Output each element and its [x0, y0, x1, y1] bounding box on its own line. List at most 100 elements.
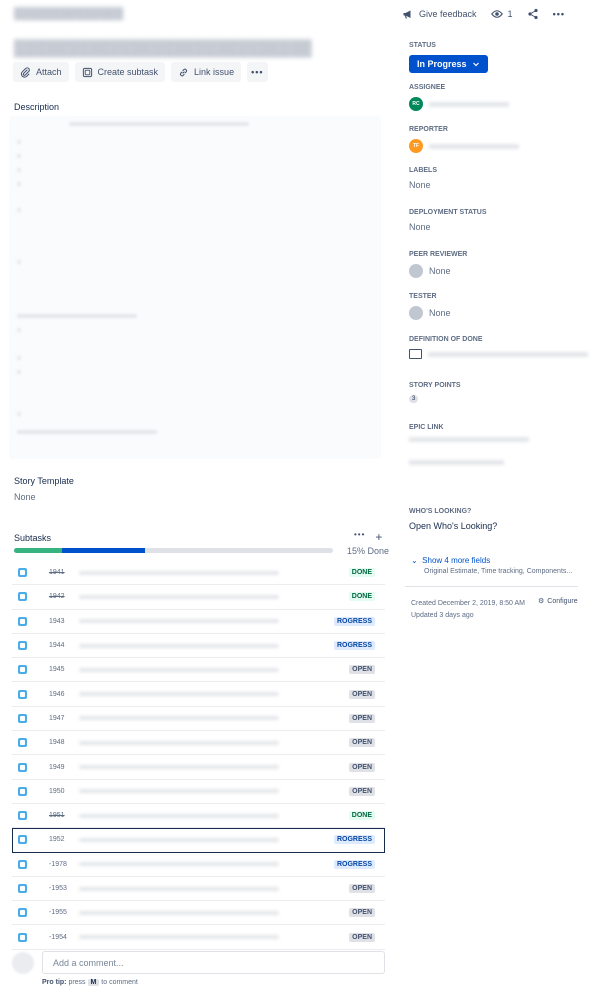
assignee-value[interactable]: RC: [409, 97, 509, 111]
progress-inprogress-segment: [61, 548, 145, 553]
subtask-summary-redacted[interactable]: [79, 813, 279, 818]
subtask-key[interactable]: 1946: [49, 691, 69, 698]
subtask-status-lozenge[interactable]: DONE: [348, 568, 375, 578]
description-body[interactable]: [9, 116, 381, 459]
subtask-status-lozenge[interactable]: OPEN: [349, 762, 375, 772]
subtask-status-lozenge[interactable]: ROGRESS: [333, 835, 375, 845]
subtask-summary-redacted[interactable]: [79, 643, 279, 648]
configure-button[interactable]: ⚙ Configure: [538, 597, 578, 606]
subtask-status-lozenge[interactable]: OPEN: [349, 884, 375, 893]
subtask-key[interactable]: 1945: [49, 666, 69, 673]
story-template-value[interactable]: None: [14, 492, 36, 502]
subtask-row[interactable]: 1941 DONE: [12, 561, 385, 586]
subtask-key[interactable]: 1949: [49, 764, 69, 771]
subtask-row[interactable]: 1944 ROGRESS: [12, 634, 385, 659]
subtask-summary-redacted[interactable]: [79, 667, 279, 672]
subtask-row[interactable]: 1952 ROGRESS: [12, 828, 385, 853]
subtask-status-lozenge[interactable]: OPEN: [349, 786, 375, 796]
subtask-row[interactable]: -1955 OPEN: [12, 901, 385, 926]
epic-link-field: EPIC LINK: [409, 424, 529, 465]
subtask-summary-redacted[interactable]: [79, 740, 279, 745]
subtask-key[interactable]: 1943: [49, 618, 69, 625]
subtask-status-lozenge[interactable]: DONE: [348, 592, 375, 602]
subtask-key[interactable]: -1953: [49, 885, 69, 892]
definition-of-done-value[interactable]: [409, 349, 588, 359]
epic-link-value[interactable]: [409, 437, 529, 442]
breadcrumb[interactable]: ██████████████: [14, 8, 123, 20]
subtask-summary-redacted[interactable]: [79, 692, 279, 697]
subtask-status-lozenge[interactable]: ROGRESS: [333, 859, 375, 869]
subtask-status-lozenge[interactable]: ROGRESS: [333, 641, 375, 651]
deployment-status-value[interactable]: None: [409, 222, 487, 232]
share-button[interactable]: [527, 8, 539, 20]
subtask-row[interactable]: 1943 ROGRESS: [12, 610, 385, 634]
story-points-label: STORY POINTS: [409, 382, 461, 389]
subtask-row[interactable]: 1946 OPEN: [12, 682, 385, 707]
subtask-key[interactable]: -1955: [49, 909, 69, 916]
subtask-summary-redacted[interactable]: [79, 765, 279, 770]
subtask-row[interactable]: 1950 OPEN: [12, 780, 385, 804]
subtask-key[interactable]: 1951: [49, 812, 69, 819]
create-subtask-button[interactable]: Create subtask: [74, 62, 166, 82]
subtask-row[interactable]: -1954 OPEN: [12, 925, 385, 950]
subtask-summary-redacted[interactable]: [79, 910, 279, 915]
subtask-key[interactable]: 1941: [49, 569, 69, 576]
subtask-status-lozenge[interactable]: DONE: [348, 811, 375, 821]
subtask-row[interactable]: 1949 OPEN: [12, 755, 385, 780]
subtask-summary-redacted[interactable]: [79, 837, 279, 842]
subtask-key[interactable]: 1942: [49, 593, 69, 600]
subtask-row[interactable]: 1942 DONE: [12, 585, 385, 610]
subtask-summary-redacted[interactable]: [79, 886, 279, 891]
labels-value[interactable]: None: [409, 180, 437, 190]
subtask-status-lozenge[interactable]: OPEN: [349, 738, 375, 748]
subtask-key[interactable]: 1952: [49, 836, 69, 843]
show-more-fields-button[interactable]: ⌄ Show 4 more fields: [411, 556, 490, 565]
link-icon: [180, 68, 188, 76]
subtask-key[interactable]: 1944: [49, 642, 69, 649]
add-subtask-icon[interactable]: +: [375, 530, 382, 544]
subtask-row[interactable]: -1953 OPEN: [12, 877, 385, 902]
subtask-status-lozenge[interactable]: OPEN: [349, 908, 375, 918]
subtask-row[interactable]: 1947 OPEN: [12, 707, 385, 732]
subtask-summary-redacted[interactable]: [79, 862, 279, 867]
created-date: Created December 2, 2019, 8:50 AM: [411, 600, 526, 607]
subtask-summary-redacted[interactable]: [79, 789, 279, 794]
whos-looking-link[interactable]: Open Who's Looking?: [409, 521, 497, 531]
give-feedback-button[interactable]: Give feedback: [402, 8, 477, 20]
tester-value[interactable]: None: [409, 306, 451, 320]
watch-button[interactable]: 1: [490, 8, 513, 20]
subtask-row[interactable]: 1948 OPEN: [12, 731, 385, 756]
subtask-summary-redacted[interactable]: [79, 716, 279, 721]
more-options-label: •••: [552, 9, 566, 19]
subtask-status-lozenge[interactable]: OPEN: [349, 665, 375, 675]
subtask-key[interactable]: -1978: [49, 861, 69, 868]
subtask-summary-redacted[interactable]: [79, 570, 279, 575]
reporter-value[interactable]: TF: [409, 139, 519, 153]
subtask-key[interactable]: 1948: [49, 739, 69, 746]
subtask-status-lozenge[interactable]: OPEN: [349, 713, 375, 723]
link-issue-button[interactable]: Link issue: [171, 62, 242, 82]
story-points-value[interactable]: 3: [409, 395, 461, 403]
subtask-status-lozenge[interactable]: OPEN: [349, 689, 375, 699]
subtask-row[interactable]: 1945 OPEN: [12, 658, 385, 683]
subtask-row[interactable]: 1951 DONE: [12, 804, 385, 829]
subtask-key[interactable]: 1950: [49, 788, 69, 795]
comment-input[interactable]: Add a comment...: [42, 951, 385, 974]
subtask-status-lozenge[interactable]: OPEN: [349, 932, 375, 942]
subtask-status-lozenge[interactable]: ROGRESS: [333, 616, 375, 626]
subtask-summary-redacted[interactable]: [79, 619, 279, 624]
subtasks-more-icon[interactable]: •••: [354, 530, 365, 544]
peer-reviewer-value[interactable]: None: [409, 264, 467, 278]
issue-title[interactable]: ████████████████████████████: [14, 40, 334, 57]
show-more-fields-list: Original Estimate, Time tracking, Compon…: [424, 568, 573, 575]
more-options-button[interactable]: •••: [553, 9, 565, 19]
issue-meta: Created December 2, 2019, 8:50 AM Update…: [411, 598, 525, 622]
subtask-row[interactable]: -1978 ROGRESS: [12, 853, 385, 877]
more-actions-button[interactable]: •••: [247, 62, 268, 82]
subtask-key[interactable]: 1947: [49, 715, 69, 722]
subtask-summary-redacted[interactable]: [79, 594, 279, 599]
subtask-key[interactable]: -1954: [49, 934, 69, 941]
status-dropdown[interactable]: In Progress: [409, 55, 488, 73]
attach-button[interactable]: Attach: [13, 62, 69, 82]
subtask-summary-redacted[interactable]: [79, 935, 279, 940]
